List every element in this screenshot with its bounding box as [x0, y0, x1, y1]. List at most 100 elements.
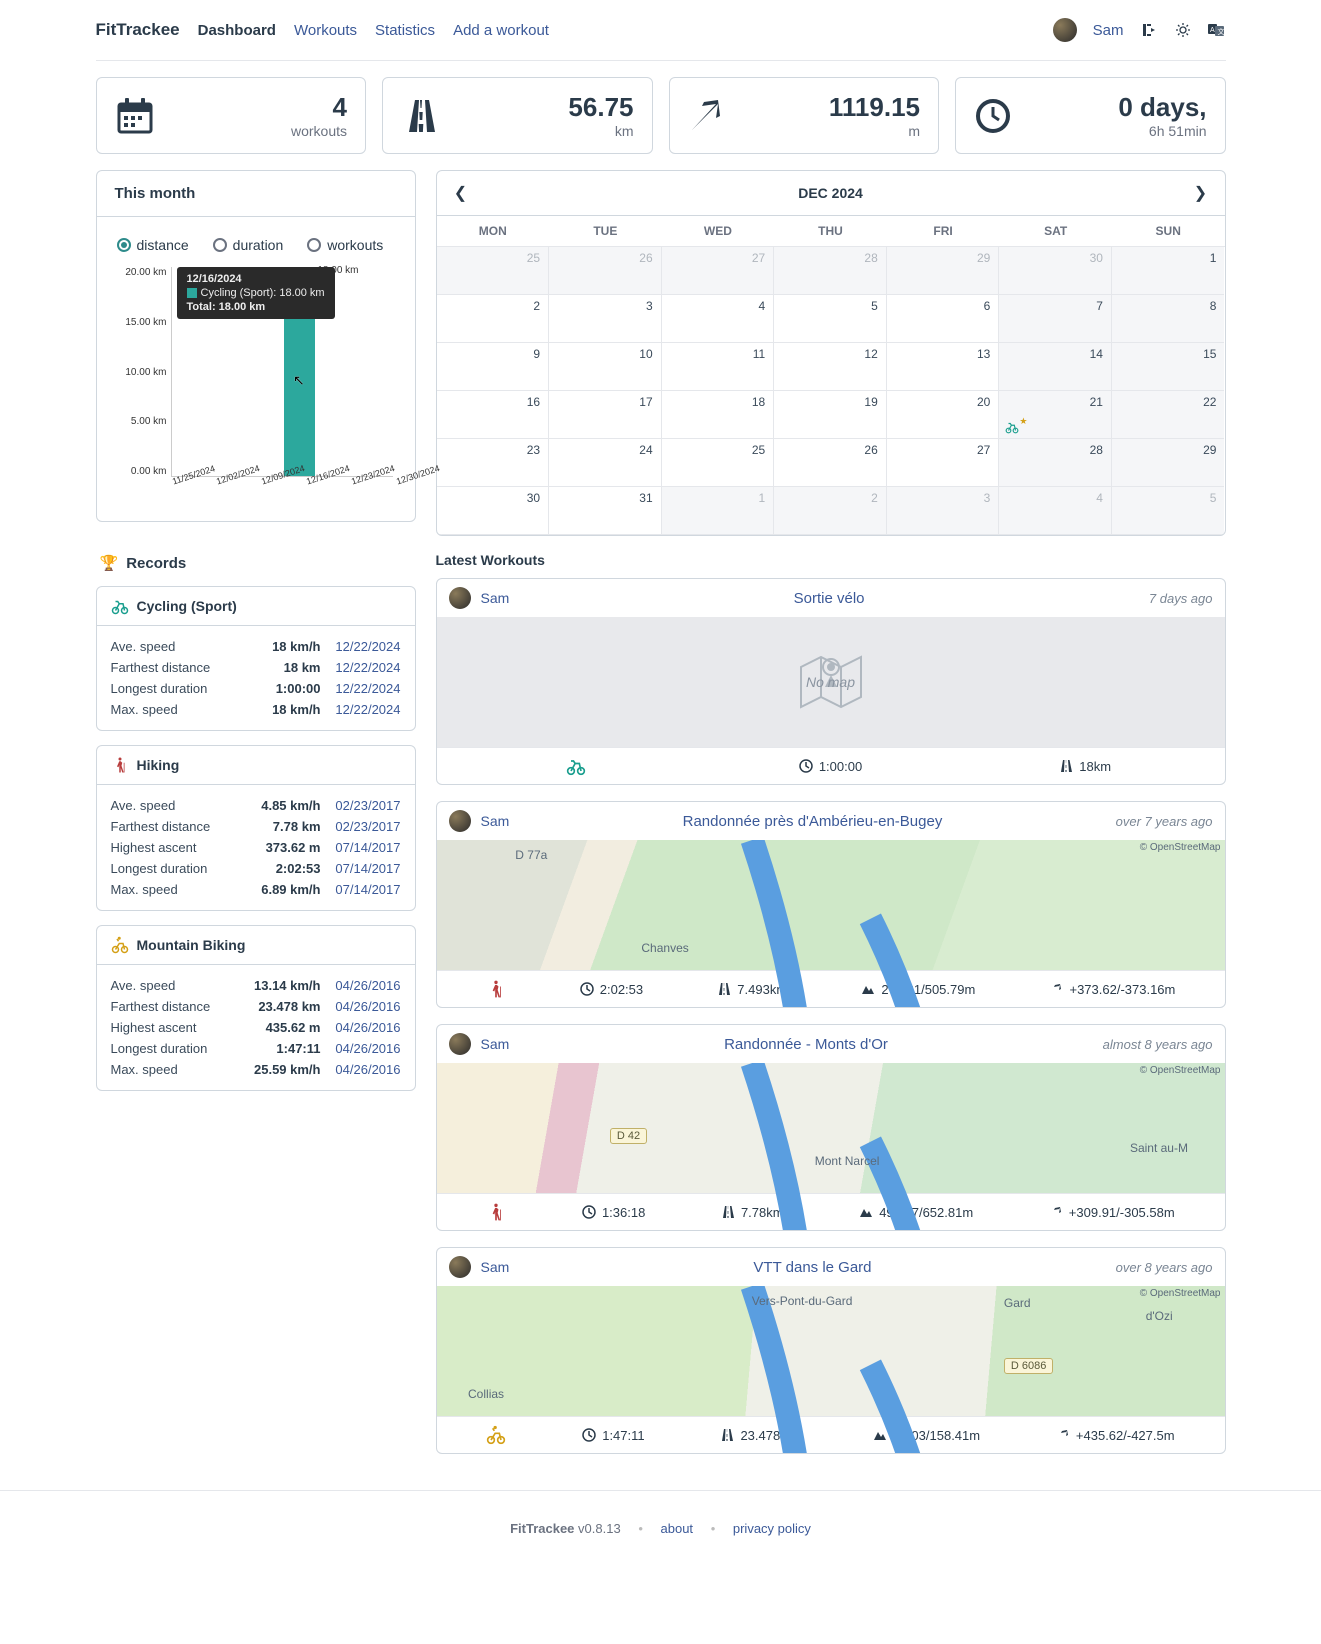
- workout-user-link[interactable]: Sam: [481, 813, 510, 829]
- cal-cell[interactable]: 22: [1112, 391, 1225, 439]
- cal-cell[interactable]: 6: [887, 295, 1000, 343]
- stat-workouts-card[interactable]: 4 workouts: [96, 77, 367, 154]
- cal-cell[interactable]: 5: [774, 295, 887, 343]
- avatar[interactable]: [1053, 18, 1077, 42]
- cal-cell[interactable]: 21★: [999, 391, 1112, 439]
- nav-user[interactable]: Sam: [1093, 22, 1124, 39]
- record-date-link[interactable]: 04/26/2016: [321, 1062, 401, 1077]
- brand[interactable]: FitTrackee: [96, 20, 180, 40]
- record-date-link[interactable]: 07/14/2017: [321, 882, 401, 897]
- theme-icon[interactable]: [1174, 21, 1192, 39]
- stat-distance-card[interactable]: 56.75 km: [382, 77, 653, 154]
- cal-cell[interactable]: 1: [662, 487, 775, 535]
- record-block-cycling: Cycling (Sport)Ave. speed18 km/h12/22/20…: [96, 586, 416, 731]
- footer-about-link[interactable]: about: [661, 1521, 694, 1536]
- cal-cell[interactable]: 16: [437, 391, 550, 439]
- logout-icon[interactable]: [1140, 21, 1158, 39]
- radio-distance[interactable]: distance: [117, 237, 189, 253]
- cal-cell[interactable]: 7: [999, 295, 1112, 343]
- record-row: Max. speed6.89 km/h07/14/2017: [111, 879, 401, 900]
- record-date-link[interactable]: 02/23/2017: [321, 798, 401, 813]
- workout-map[interactable]: © OpenStreetMapColliasVers-Pont-du-GardG…: [437, 1286, 1225, 1416]
- cal-cell[interactable]: 24: [549, 439, 662, 487]
- workout-map[interactable]: © OpenStreetMapChanvesD 77a: [437, 840, 1225, 970]
- cal-cell[interactable]: 29: [887, 247, 1000, 295]
- cal-cell[interactable]: 27: [887, 439, 1000, 487]
- chart-yaxis: 20.00 km 15.00 km 10.00 km 5.00 km 0.00 …: [111, 267, 171, 477]
- cal-cell[interactable]: 10: [549, 343, 662, 391]
- workout-user-link[interactable]: Sam: [481, 590, 510, 606]
- avatar[interactable]: [449, 1033, 471, 1055]
- cal-cell[interactable]: 2: [774, 487, 887, 535]
- cal-cell[interactable]: 3: [887, 487, 1000, 535]
- cal-cell[interactable]: 20: [887, 391, 1000, 439]
- workout-user-link[interactable]: Sam: [481, 1259, 510, 1275]
- language-icon[interactable]: A文: [1208, 21, 1226, 39]
- record-date-link[interactable]: 12/22/2024: [321, 660, 401, 675]
- avatar[interactable]: [449, 587, 471, 609]
- avatar[interactable]: [449, 1256, 471, 1278]
- cal-cell[interactable]: 29: [1112, 439, 1225, 487]
- record-date-link[interactable]: 04/26/2016: [321, 1041, 401, 1056]
- nav-workouts[interactable]: Workouts: [294, 22, 357, 39]
- cal-cell[interactable]: 14: [999, 343, 1112, 391]
- workout-title-link[interactable]: Randonnée près d'Ambérieu-en-Bugey: [519, 813, 1105, 830]
- cal-cell[interactable]: 9: [437, 343, 550, 391]
- radio-workouts[interactable]: workouts: [307, 237, 383, 253]
- record-date-link[interactable]: 04/26/2016: [321, 1020, 401, 1035]
- cal-cell[interactable]: 13: [887, 343, 1000, 391]
- record-row: Farthest distance7.78 km02/23/2017: [111, 816, 401, 837]
- cal-cell[interactable]: 5: [1112, 487, 1225, 535]
- radio-duration[interactable]: duration: [213, 237, 284, 253]
- nav-statistics[interactable]: Statistics: [375, 22, 435, 39]
- cal-cell[interactable]: 17: [549, 391, 662, 439]
- workout-user-link[interactable]: Sam: [481, 1036, 510, 1052]
- cal-cell[interactable]: 30: [999, 247, 1112, 295]
- cal-cell[interactable]: 25: [662, 439, 775, 487]
- record-date-link[interactable]: 07/14/2017: [321, 840, 401, 855]
- cal-next-button[interactable]: ❯: [1191, 183, 1211, 203]
- cal-cell[interactable]: 23: [437, 439, 550, 487]
- cal-cell[interactable]: 25: [437, 247, 550, 295]
- footer-privacy-link[interactable]: privacy policy: [733, 1521, 811, 1536]
- record-date-link[interactable]: 12/22/2024: [321, 681, 401, 696]
- cal-cell[interactable]: 31: [549, 487, 662, 535]
- record-value: 18 km/h: [231, 639, 321, 654]
- cal-cell[interactable]: 30: [437, 487, 550, 535]
- cal-cell[interactable]: 4: [662, 295, 775, 343]
- record-date-link[interactable]: 04/26/2016: [321, 999, 401, 1014]
- cycling-icon: [111, 597, 129, 615]
- workout-title-link[interactable]: Randonnée - Monts d'Or: [519, 1036, 1092, 1053]
- cycling-icon[interactable]: ★: [1005, 420, 1019, 434]
- record-metric: Max. speed: [111, 702, 231, 717]
- avatar[interactable]: [449, 810, 471, 832]
- stat-duration-card[interactable]: 0 days, 6h 51min: [955, 77, 1226, 154]
- workout-map[interactable]: © OpenStreetMapD 42Mont NarcelSaint au-M: [437, 1063, 1225, 1193]
- cal-cell[interactable]: 8: [1112, 295, 1225, 343]
- stat-ascent-card[interactable]: 1119.15 m: [669, 77, 940, 154]
- record-date-link[interactable]: 07/14/2017: [321, 861, 401, 876]
- workout-title-link[interactable]: VTT dans le Gard: [519, 1259, 1105, 1276]
- nav-add-workout[interactable]: Add a workout: [453, 22, 549, 39]
- cal-cell[interactable]: 18: [662, 391, 775, 439]
- cal-cell[interactable]: 26: [549, 247, 662, 295]
- cal-cell[interactable]: 2: [437, 295, 550, 343]
- cal-cell[interactable]: 26: [774, 439, 887, 487]
- cal-cell[interactable]: 1: [1112, 247, 1225, 295]
- record-date-link[interactable]: 12/22/2024: [321, 639, 401, 654]
- cal-cell[interactable]: 27: [662, 247, 775, 295]
- workout-title-link[interactable]: Sortie vélo: [519, 590, 1139, 607]
- record-date-link[interactable]: 02/23/2017: [321, 819, 401, 834]
- cal-cell[interactable]: 11: [662, 343, 775, 391]
- nav-dashboard[interactable]: Dashboard: [198, 22, 276, 39]
- cal-prev-button[interactable]: ❮: [451, 183, 471, 203]
- cal-cell[interactable]: 28: [774, 247, 887, 295]
- cal-cell[interactable]: 15: [1112, 343, 1225, 391]
- cal-cell[interactable]: 28: [999, 439, 1112, 487]
- cal-cell[interactable]: 19: [774, 391, 887, 439]
- record-date-link[interactable]: 12/22/2024: [321, 702, 401, 717]
- cal-cell[interactable]: 3: [549, 295, 662, 343]
- cal-cell[interactable]: 4: [999, 487, 1112, 535]
- record-date-link[interactable]: 04/26/2016: [321, 978, 401, 993]
- cal-cell[interactable]: 12: [774, 343, 887, 391]
